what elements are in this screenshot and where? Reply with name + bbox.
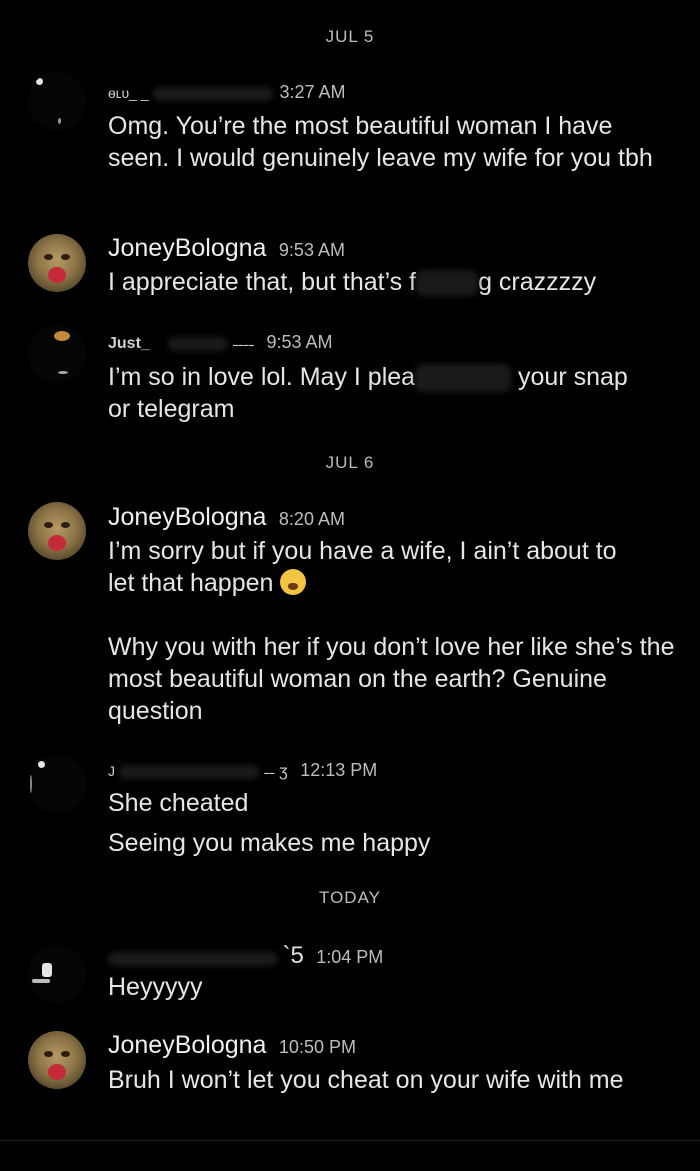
- sender-name[interactable]: Just_: [108, 335, 150, 352]
- redacted-blur: [416, 270, 479, 297]
- date-divider-jul5: JUL 5: [325, 27, 375, 46]
- timestamp: 3:27 AM: [279, 82, 346, 102]
- sender-name-tail: ˗˗˗˗: [232, 335, 255, 352]
- message-text-before: I appreciate that, but that’s f: [108, 268, 417, 296]
- message-text-line2: or telegram: [108, 395, 235, 423]
- bottom-divider: [0, 1140, 700, 1141]
- sender-name[interactable]: JoneyBologna: [108, 1031, 266, 1059]
- message-text-after: your snap: [518, 363, 628, 391]
- message-text-line1: I’m sorry but if you have a wife, I ain’…: [108, 537, 617, 565]
- avatar[interactable]: [28, 72, 86, 130]
- weary-face-icon: [280, 569, 307, 595]
- avatar[interactable]: [28, 234, 86, 292]
- timestamp: 12:13 PM: [300, 760, 378, 780]
- timestamp: 10:50 PM: [278, 1037, 356, 1057]
- message-text: I appreciate that, but that’s f g crazzzz…: [108, 266, 678, 298]
- message-text: I’m sorry but if you have a wife, I ain’…: [108, 535, 678, 727]
- sender-name[interactable]: JoneyBologna: [108, 503, 266, 531]
- timestamp: 1:04 PM: [316, 947, 384, 967]
- sender-name[interactable]: J: [108, 763, 115, 779]
- message-text: Heyyyyy: [108, 973, 203, 1001]
- message-text-para2: Why you with her if you don’t love her l…: [108, 633, 682, 725]
- message-text-before: I’m so in love lol. May I plea: [108, 363, 416, 391]
- message-text: Omg. You’re the most beautiful woman I h…: [108, 112, 653, 172]
- message-header: JoneyBologna 10:50 PM: [108, 1031, 356, 1060]
- sender-name-tail[interactable]: `5: [282, 942, 303, 969]
- message-text-line2: Seeing you makes me happy: [108, 829, 431, 857]
- message-header: J ˗˗ ʒ 12:13 PM: [108, 760, 377, 781]
- sender-name[interactable]: JoneyBologna: [108, 234, 266, 262]
- timestamp: 9:53 AM: [266, 332, 333, 352]
- date-divider-today: TODAY: [319, 888, 381, 907]
- message-text-line1: She cheated: [108, 789, 249, 817]
- message-text-after: g crazzzzy: [478, 268, 597, 296]
- message-header: ɵʟᴜ_ _ 3:27 AM: [108, 82, 346, 103]
- message-text: I’m so in love lol. May I plea your snap…: [108, 361, 678, 425]
- message-header: Just_ ˗˗˗˗ 9:53 AM: [108, 332, 333, 353]
- avatar[interactable]: [28, 945, 86, 1003]
- timestamp: 9:53 AM: [278, 240, 345, 260]
- message-text-line2: let that happen: [108, 569, 274, 597]
- message-header: JoneyBologna 8:20 AM: [108, 503, 345, 532]
- redacted-blur: [415, 364, 512, 393]
- message-header: JoneyBologna 9:53 AM: [108, 234, 345, 263]
- avatar[interactable]: [28, 1031, 86, 1089]
- avatar[interactable]: [28, 325, 86, 383]
- message-text: Bruh I won’t let you cheat on your wife …: [108, 1066, 624, 1094]
- timestamp: 8:20 AM: [278, 509, 345, 529]
- sender-name-tail: ˗˗ ʒ: [263, 763, 288, 780]
- sender-name[interactable]: ɵʟᴜ_ _: [108, 85, 149, 101]
- message-header: `5 1:04 PM: [108, 942, 383, 970]
- avatar[interactable]: [28, 502, 86, 560]
- date-divider-jul6: JUL 6: [325, 453, 375, 472]
- avatar[interactable]: [28, 755, 86, 813]
